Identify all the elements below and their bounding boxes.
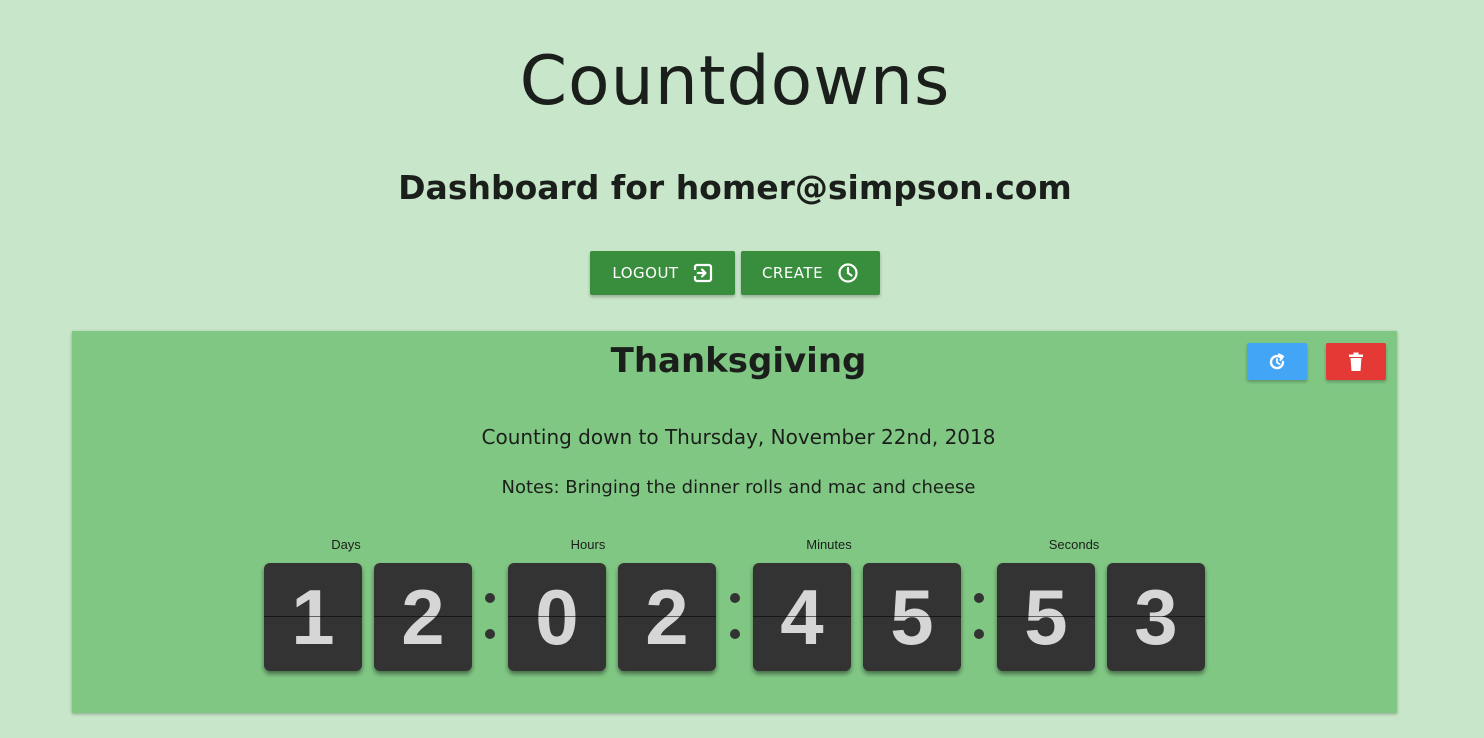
hours-digit-tens: 0 [508,563,606,671]
create-button[interactable]: CREATE [741,251,880,295]
delete-button[interactable] [1326,343,1386,380]
trash-icon [1348,352,1364,372]
minutes-digit-tens: 4 [753,563,851,671]
minutes-label: Minutes [806,537,852,552]
logout-icon [692,263,713,283]
colon-separator [485,593,495,641]
countdown-card: Thanksgiving Counting down to Thursday, … [72,331,1397,713]
notes-text: Notes: Bringing the dinner rolls and mac… [501,477,976,498]
seconds-digit-tens: 5 [997,563,1095,671]
hours-label: Hours [570,537,606,552]
countdown-title: Thanksgiving [610,341,867,381]
action-bar: LOGOUT CREATE [590,251,880,295]
clock-icon [837,262,859,284]
dashboard-heading: Dashboard for homer@simpson.com [398,168,1072,207]
days-label: Days [331,537,361,552]
days-digit-ones: 2 [374,563,472,671]
seconds-label: Seconds [1048,537,1100,552]
logout-label: LOGOUT [612,264,679,282]
minutes-digit-ones: 5 [863,563,961,671]
target-date-text: Counting down to Thursday, November 22nd… [481,425,996,449]
logout-button[interactable]: LOGOUT [590,251,735,295]
seconds-digit-ones: 3 [1107,563,1205,671]
page-title: Countdowns [519,42,951,121]
create-label: CREATE [761,264,824,282]
hours-digit-ones: 2 [618,563,716,671]
countdowns-page: Countdowns Dashboard for homer@simpson.c… [0,0,1484,738]
days-digit-tens: 1 [264,563,362,671]
reset-icon [1267,352,1287,372]
colon-separator [730,593,740,641]
reset-button[interactable] [1247,343,1307,380]
colon-separator [974,593,984,641]
